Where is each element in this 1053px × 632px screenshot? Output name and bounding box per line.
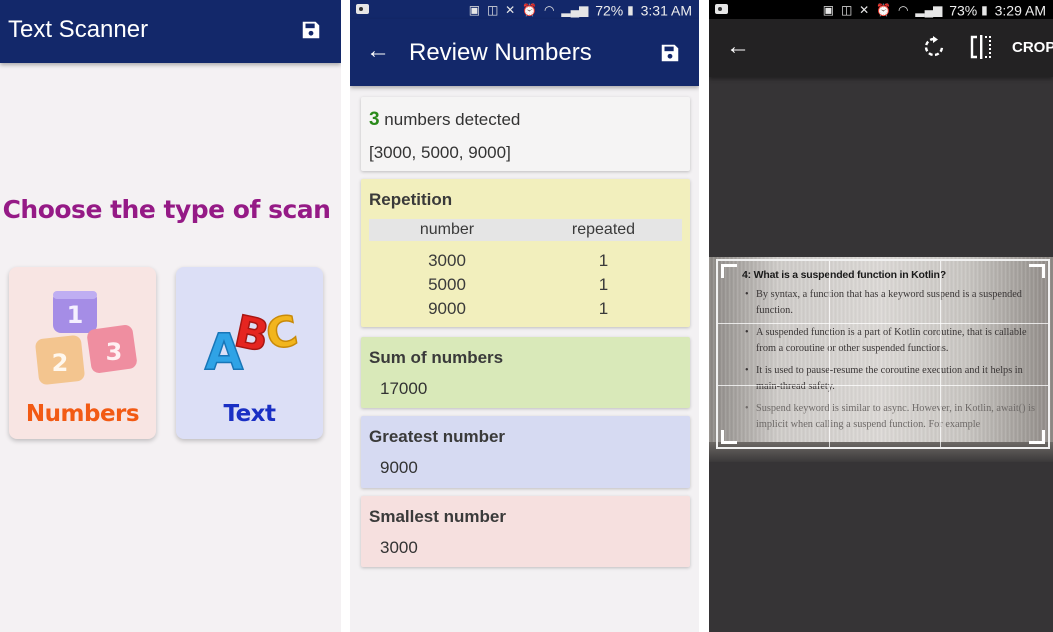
- cell-repeated: 1: [598, 299, 609, 318]
- wifi-icon: ◠: [897, 3, 909, 18]
- scanned-photo: 4: What is a suspended function in Kotli…: [709, 257, 1053, 462]
- clock: 3:29 AM: [994, 2, 1046, 19]
- crop-grid-line: [718, 385, 1048, 386]
- crop-handle-top-left[interactable]: [721, 264, 737, 278]
- lock-icon: ▣: [468, 3, 481, 18]
- crop-handle-bottom-left[interactable]: [721, 430, 737, 444]
- signal-icon: ▂▄▆: [915, 3, 943, 18]
- sum-card: Sum of numbers 17000: [361, 337, 690, 408]
- cell-number: 3000: [428, 251, 466, 270]
- crop-toolbar: ← CROP: [709, 19, 1053, 77]
- crop-grid-line: [829, 261, 830, 447]
- cell-number: 5000: [428, 275, 466, 294]
- repetition-heading: Repetition: [369, 190, 453, 209]
- crop-button[interactable]: CROP: [1012, 39, 1053, 56]
- detected-count-suffix: numbers detected: [379, 110, 521, 129]
- detected-numbers-card: 3 numbers detected [3000, 5000, 9000]: [361, 97, 690, 171]
- rotate-icon[interactable]: [922, 35, 946, 59]
- numbers-option-label: Numbers: [25, 401, 140, 427]
- scan-type-screen: Text Scanner Choose the type of scan 1 2…: [0, 0, 341, 632]
- table-row: 9000 1: [369, 299, 682, 323]
- greatest-heading: Greatest number: [369, 427, 506, 446]
- sum-value: 17000: [380, 379, 428, 398]
- mute-icon: ✕: [859, 3, 870, 18]
- crop-frame[interactable]: [716, 259, 1050, 449]
- cell-repeated: 1: [598, 251, 609, 270]
- app-bar: Text Scanner: [0, 0, 341, 63]
- repetition-card: Repetition number repeated 3000 1 5000 1…: [361, 179, 690, 327]
- arrow-back-icon[interactable]: ←: [366, 39, 390, 63]
- flip-icon[interactable]: [968, 34, 994, 60]
- screen-record-icon: [356, 4, 369, 14]
- save-icon[interactable]: [300, 19, 322, 41]
- review-numbers-screen: ▣ ◫ ✕ ⏰ ◠ ▂▄▆ 72% ▮ 3:31 AM ← Review Num…: [350, 0, 699, 632]
- clock: 3:31 AM: [640, 2, 692, 19]
- signal-icon: ▂▄▆: [561, 3, 589, 18]
- crop-handle-top-right[interactable]: [1029, 264, 1045, 278]
- crop-grid-line: [940, 261, 941, 447]
- battery-icon: ▮: [981, 3, 988, 18]
- column-header-number: number: [419, 221, 475, 238]
- cast-icon: ◫: [486, 3, 499, 18]
- page-title: Review Numbers: [409, 39, 592, 66]
- alarm-icon: ⏰: [876, 3, 892, 18]
- cell-number: 9000: [428, 299, 466, 318]
- crop-grid-line: [718, 323, 1048, 324]
- screen-record-icon: [715, 4, 728, 14]
- table-row: 3000 1: [369, 251, 682, 275]
- status-bar: ▣ ◫ ✕ ⏰ ◠ ▂▄▆ 72% ▮ 3:31 AM: [350, 0, 699, 19]
- app-bar: ← Review Numbers: [350, 19, 699, 86]
- cast-icon: ◫: [840, 3, 853, 18]
- smallest-card: Smallest number 3000: [361, 496, 690, 567]
- smallest-value: 3000: [380, 538, 418, 557]
- table-row: 5000 1: [369, 275, 682, 299]
- crop-handle-bottom-right[interactable]: [1029, 430, 1045, 444]
- scan-type-prompt: Choose the type of scan: [2, 195, 331, 224]
- text-scan-option[interactable]: A B C Text: [176, 267, 323, 439]
- svg-text:2: 2: [52, 349, 69, 377]
- mute-icon: ✕: [505, 3, 516, 18]
- svg-text:1: 1: [67, 301, 84, 329]
- status-bar: ▣ ◫ ✕ ⏰ ◠ ▂▄▆ 73% ▮ 3:29 AM: [709, 0, 1053, 19]
- battery-percent: 73%: [949, 2, 978, 19]
- app-title: Text Scanner: [8, 16, 149, 43]
- number-blocks-icon: 1 2 3: [35, 291, 137, 385]
- battery-icon: ▮: [627, 3, 634, 18]
- svg-text:C: C: [262, 306, 301, 360]
- cell-repeated: 1: [598, 275, 609, 294]
- greatest-value: 9000: [380, 458, 418, 477]
- alarm-icon: ⏰: [522, 3, 538, 18]
- sum-heading: Sum of numbers: [369, 348, 504, 367]
- save-icon[interactable]: [659, 42, 681, 64]
- greatest-card: Greatest number 9000: [361, 416, 690, 488]
- text-option-label: Text: [223, 401, 276, 427]
- wifi-icon: ◠: [543, 3, 555, 18]
- numbers-scan-option[interactable]: 1 2 3 Numbers: [9, 267, 156, 439]
- detected-count: 3: [369, 109, 380, 130]
- repetition-table-header: number repeated: [369, 219, 682, 241]
- detected-count-line: 3 numbers detected: [369, 109, 520, 131]
- smallest-heading: Smallest number: [369, 507, 506, 526]
- lock-icon: ▣: [822, 3, 835, 18]
- abc-letters-icon: A B C: [204, 305, 302, 382]
- detected-numbers-list: [3000, 5000, 9000]: [369, 143, 511, 162]
- battery-percent: 72%: [595, 2, 624, 19]
- column-header-repeated: repeated: [571, 221, 636, 238]
- svg-text:3: 3: [106, 338, 123, 366]
- crop-screen: ▣ ◫ ✕ ⏰ ◠ ▂▄▆ 73% ▮ 3:29 AM ← CROP 4: Wh…: [709, 0, 1053, 632]
- arrow-back-icon[interactable]: ←: [726, 35, 750, 59]
